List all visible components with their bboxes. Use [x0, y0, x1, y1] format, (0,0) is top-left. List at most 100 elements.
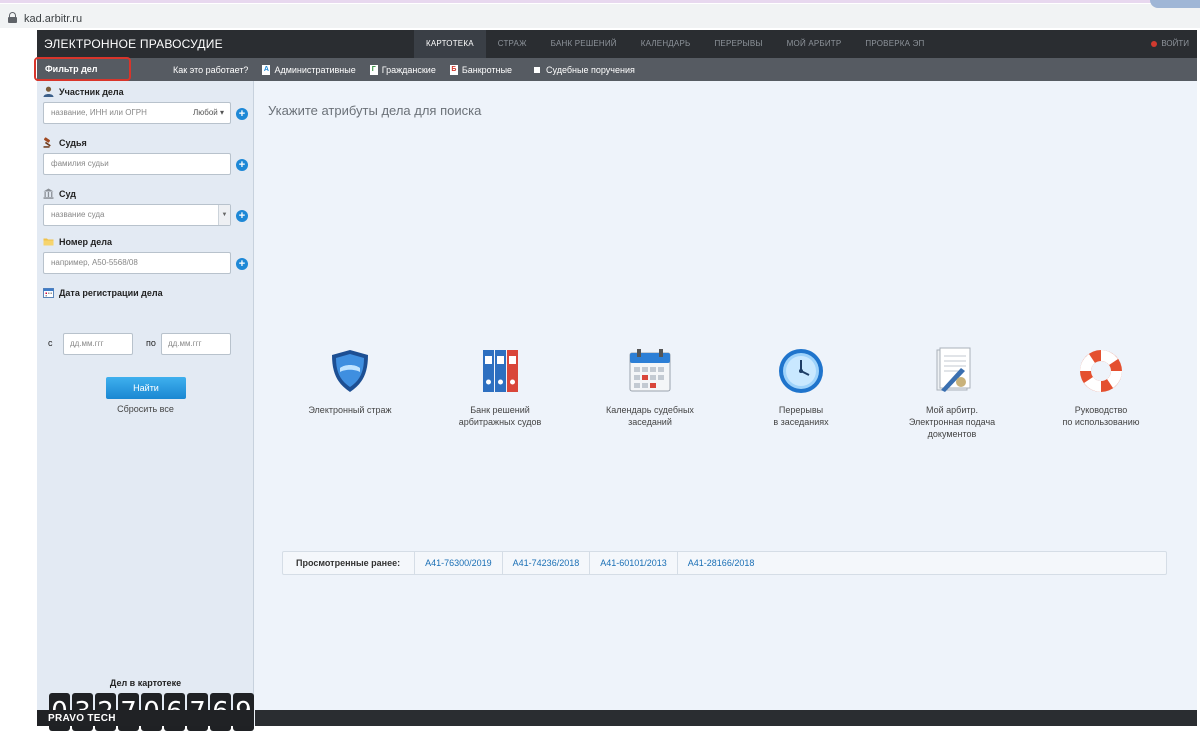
filter-court-orders-label: Судебные поручения [546, 64, 635, 75]
reset-all-link[interactable]: Сбросить все [37, 404, 254, 414]
clock-icon [776, 346, 826, 396]
registration-date-label: Дата регистрации дела [43, 287, 163, 298]
filter-administrative[interactable]: A Административные [262, 64, 356, 75]
recently-viewed-label: Просмотренные ранее: [296, 558, 401, 568]
nav-item-proverka-ep[interactable]: ПРОВЕРКА ЭП [853, 30, 936, 58]
date-from-input[interactable]: дд.мм.ггг [63, 333, 133, 355]
tile-hearing-breaks[interactable]: Перерывы в заседаниях [736, 346, 866, 428]
person-icon [43, 86, 54, 97]
tile-decisions-bank-line2: арбитражных судов [458, 417, 542, 427]
main-content: Укажите атрибуты дела для поиска Электро… [255, 81, 1197, 710]
how-it-works-link[interactable]: Как это работает? [173, 65, 248, 75]
tile-court-calendar[interactable]: Календарь судебных заседаний [585, 346, 715, 428]
court-dropdown-arrow-icon[interactable]: ▼ [218, 205, 230, 225]
lifebuoy-icon [1076, 346, 1126, 396]
recent-case-link[interactable]: А41-60101/2013 [589, 551, 677, 575]
nav-item-kartoteka[interactable]: КАРТОТЕКА [414, 30, 486, 58]
court-label-text: Суд [59, 188, 76, 199]
footer-bar [255, 710, 1197, 726]
date-range: с дд.мм.ггг по дд.мм.ггг [47, 333, 247, 355]
judge-input[interactable]: фамилия судьи [43, 153, 231, 175]
tile-electronic-guard-line1: Электронный страж [308, 405, 392, 415]
court-placeholder: название суда [51, 210, 105, 219]
tile-decisions-bank[interactable]: Банк решений арбитражных судов [435, 346, 565, 428]
app-window: ЭЛЕКТРОННОЕ ПРАВОСУДИЕ КАРТОТЕКА СТРАЖ Б… [34, 30, 1197, 731]
login-dot-icon [1151, 40, 1158, 47]
recent-case-link[interactable]: А41-74236/2018 [501, 551, 590, 575]
nav-item-calendar[interactable]: КАЛЕНДАРЬ [629, 30, 703, 58]
tile-user-guide-line2: по использованию [1062, 417, 1140, 427]
shield-icon [325, 346, 375, 396]
filter-bankruptcy[interactable]: Б Банкротные [449, 64, 513, 75]
login-label: ВОЙТИ [1161, 39, 1189, 48]
url-text[interactable]: kad.arbitr.ru [24, 13, 82, 25]
tile-decisions-bank-line1: Банк решений [470, 405, 530, 415]
civil-doc-icon: Г [369, 64, 378, 75]
participant-input[interactable]: название, ИНН или ОГРН Любой ▾ [43, 102, 231, 124]
add-case-number-button[interactable]: + [236, 258, 248, 270]
case-number-label-text: Номер дела [59, 236, 112, 247]
nav-item-strazh[interactable]: СТРАЖ [486, 30, 539, 58]
recent-case-link[interactable]: А41-28166/2018 [676, 551, 765, 575]
calendar-small-icon [43, 288, 54, 298]
participant-label-text: Участник дела [59, 86, 124, 97]
court-select[interactable]: название суда ▼ [43, 204, 231, 226]
administrative-doc-icon: A [262, 64, 271, 75]
add-participant-button[interactable]: + [236, 108, 248, 120]
find-button[interactable]: Найти [106, 377, 186, 399]
filter-civil[interactable]: Г Гражданские [369, 64, 436, 75]
nav-item-pereryvy[interactable]: ПЕРЕРЫВЫ [702, 30, 774, 58]
tile-electronic-guard[interactable]: Электронный страж [285, 346, 415, 416]
top-navigation: ЭЛЕКТРОННОЕ ПРАВОСУДИЕ КАРТОТЕКА СТРАЖ Б… [37, 30, 1197, 58]
judge-placeholder: фамилия судьи [51, 159, 109, 168]
search-filter-panel: Участник дела название, ИНН или ОГРН Люб… [37, 81, 254, 731]
tile-hearing-breaks-line2: в заседаниях [773, 417, 829, 427]
binders-icon [475, 346, 525, 396]
login-button[interactable]: ВОЙТИ [1151, 30, 1189, 58]
date-from-label: с [48, 338, 53, 348]
pravo-tech-logo[interactable]: PRAVO TECH [48, 713, 116, 724]
participant-placeholder: название, ИНН или ОГРН [51, 108, 147, 117]
filter-tab[interactable]: Фильтр дел [34, 57, 132, 81]
nav-item-moy-arbitr[interactable]: МОЙ АРБИТР [775, 30, 854, 58]
filter-bankruptcy-label: Банкротные [461, 64, 513, 75]
tile-hearing-breaks-line1: Перерывы [778, 405, 824, 415]
tile-my-arbiter[interactable]: Мой арбитр. Электронная подача документо… [887, 346, 1017, 440]
tile-court-calendar-line2: заседаний [628, 417, 672, 427]
participant-type-label: Любой [193, 108, 218, 117]
tile-my-arbiter-line3: документов [927, 429, 977, 439]
filter-administrative-label: Административные [274, 64, 356, 75]
date-to-label: по [146, 338, 156, 348]
site-logo[interactable]: ЭЛЕКТРОННОЕ ПРАВОСУДИЕ [44, 37, 223, 51]
document-pen-icon [927, 346, 977, 396]
add-court-button[interactable]: + [236, 210, 248, 222]
judge-label-text: Судья [59, 137, 87, 148]
recently-viewed-bar: Просмотренные ранее: А41-76300/2019 А41-… [282, 551, 1167, 575]
case-number-placeholder: например, А50-5568/08 [51, 258, 138, 267]
recent-case-link[interactable]: А41-76300/2019 [414, 551, 502, 575]
nav-item-bank-resheniy[interactable]: БАНК РЕШЕНИЙ [539, 30, 629, 58]
tile-user-guide[interactable]: Руководство по использованию [1036, 346, 1166, 428]
tile-user-guide-line1: Руководство [1074, 405, 1128, 415]
lock-icon [8, 12, 17, 23]
page-title: Укажите атрибуты дела для поиска [268, 103, 482, 118]
participant-type-select[interactable]: Любой ▾ [193, 103, 224, 123]
browser-toolbar: kad.arbitr.ru [0, 0, 1200, 34]
browser-profile-corner[interactable] [1150, 0, 1200, 8]
main-nav: КАРТОТЕКА СТРАЖ БАНК РЕШЕНИЙ КАЛЕНДАРЬ П… [414, 30, 936, 58]
cases-counter-label: Дел в картотеке [109, 678, 182, 688]
case-number-input[interactable]: например, А50-5568/08 [43, 252, 231, 274]
tile-my-arbiter-line1: Мой арбитр. [926, 405, 978, 415]
add-judge-button[interactable]: + [236, 159, 248, 171]
court-label: Суд [43, 188, 76, 199]
tile-my-arbiter-line2: Электронная подача [908, 417, 996, 427]
filter-court-orders[interactable]: Судебные поручения [534, 65, 635, 75]
tile-court-calendar-line1: Календарь судебных [606, 405, 694, 415]
case-number-label: Номер дела [43, 236, 112, 247]
browser-accent-strip [0, 0, 1200, 3]
calendar-icon [625, 346, 675, 396]
date-to-input[interactable]: дд.мм.ггг [161, 333, 231, 355]
participant-label: Участник дела [43, 86, 124, 97]
address-bar[interactable]: kad.arbitr.ru [0, 4, 1200, 28]
date-from-placeholder: дд.мм.ггг [70, 339, 104, 348]
